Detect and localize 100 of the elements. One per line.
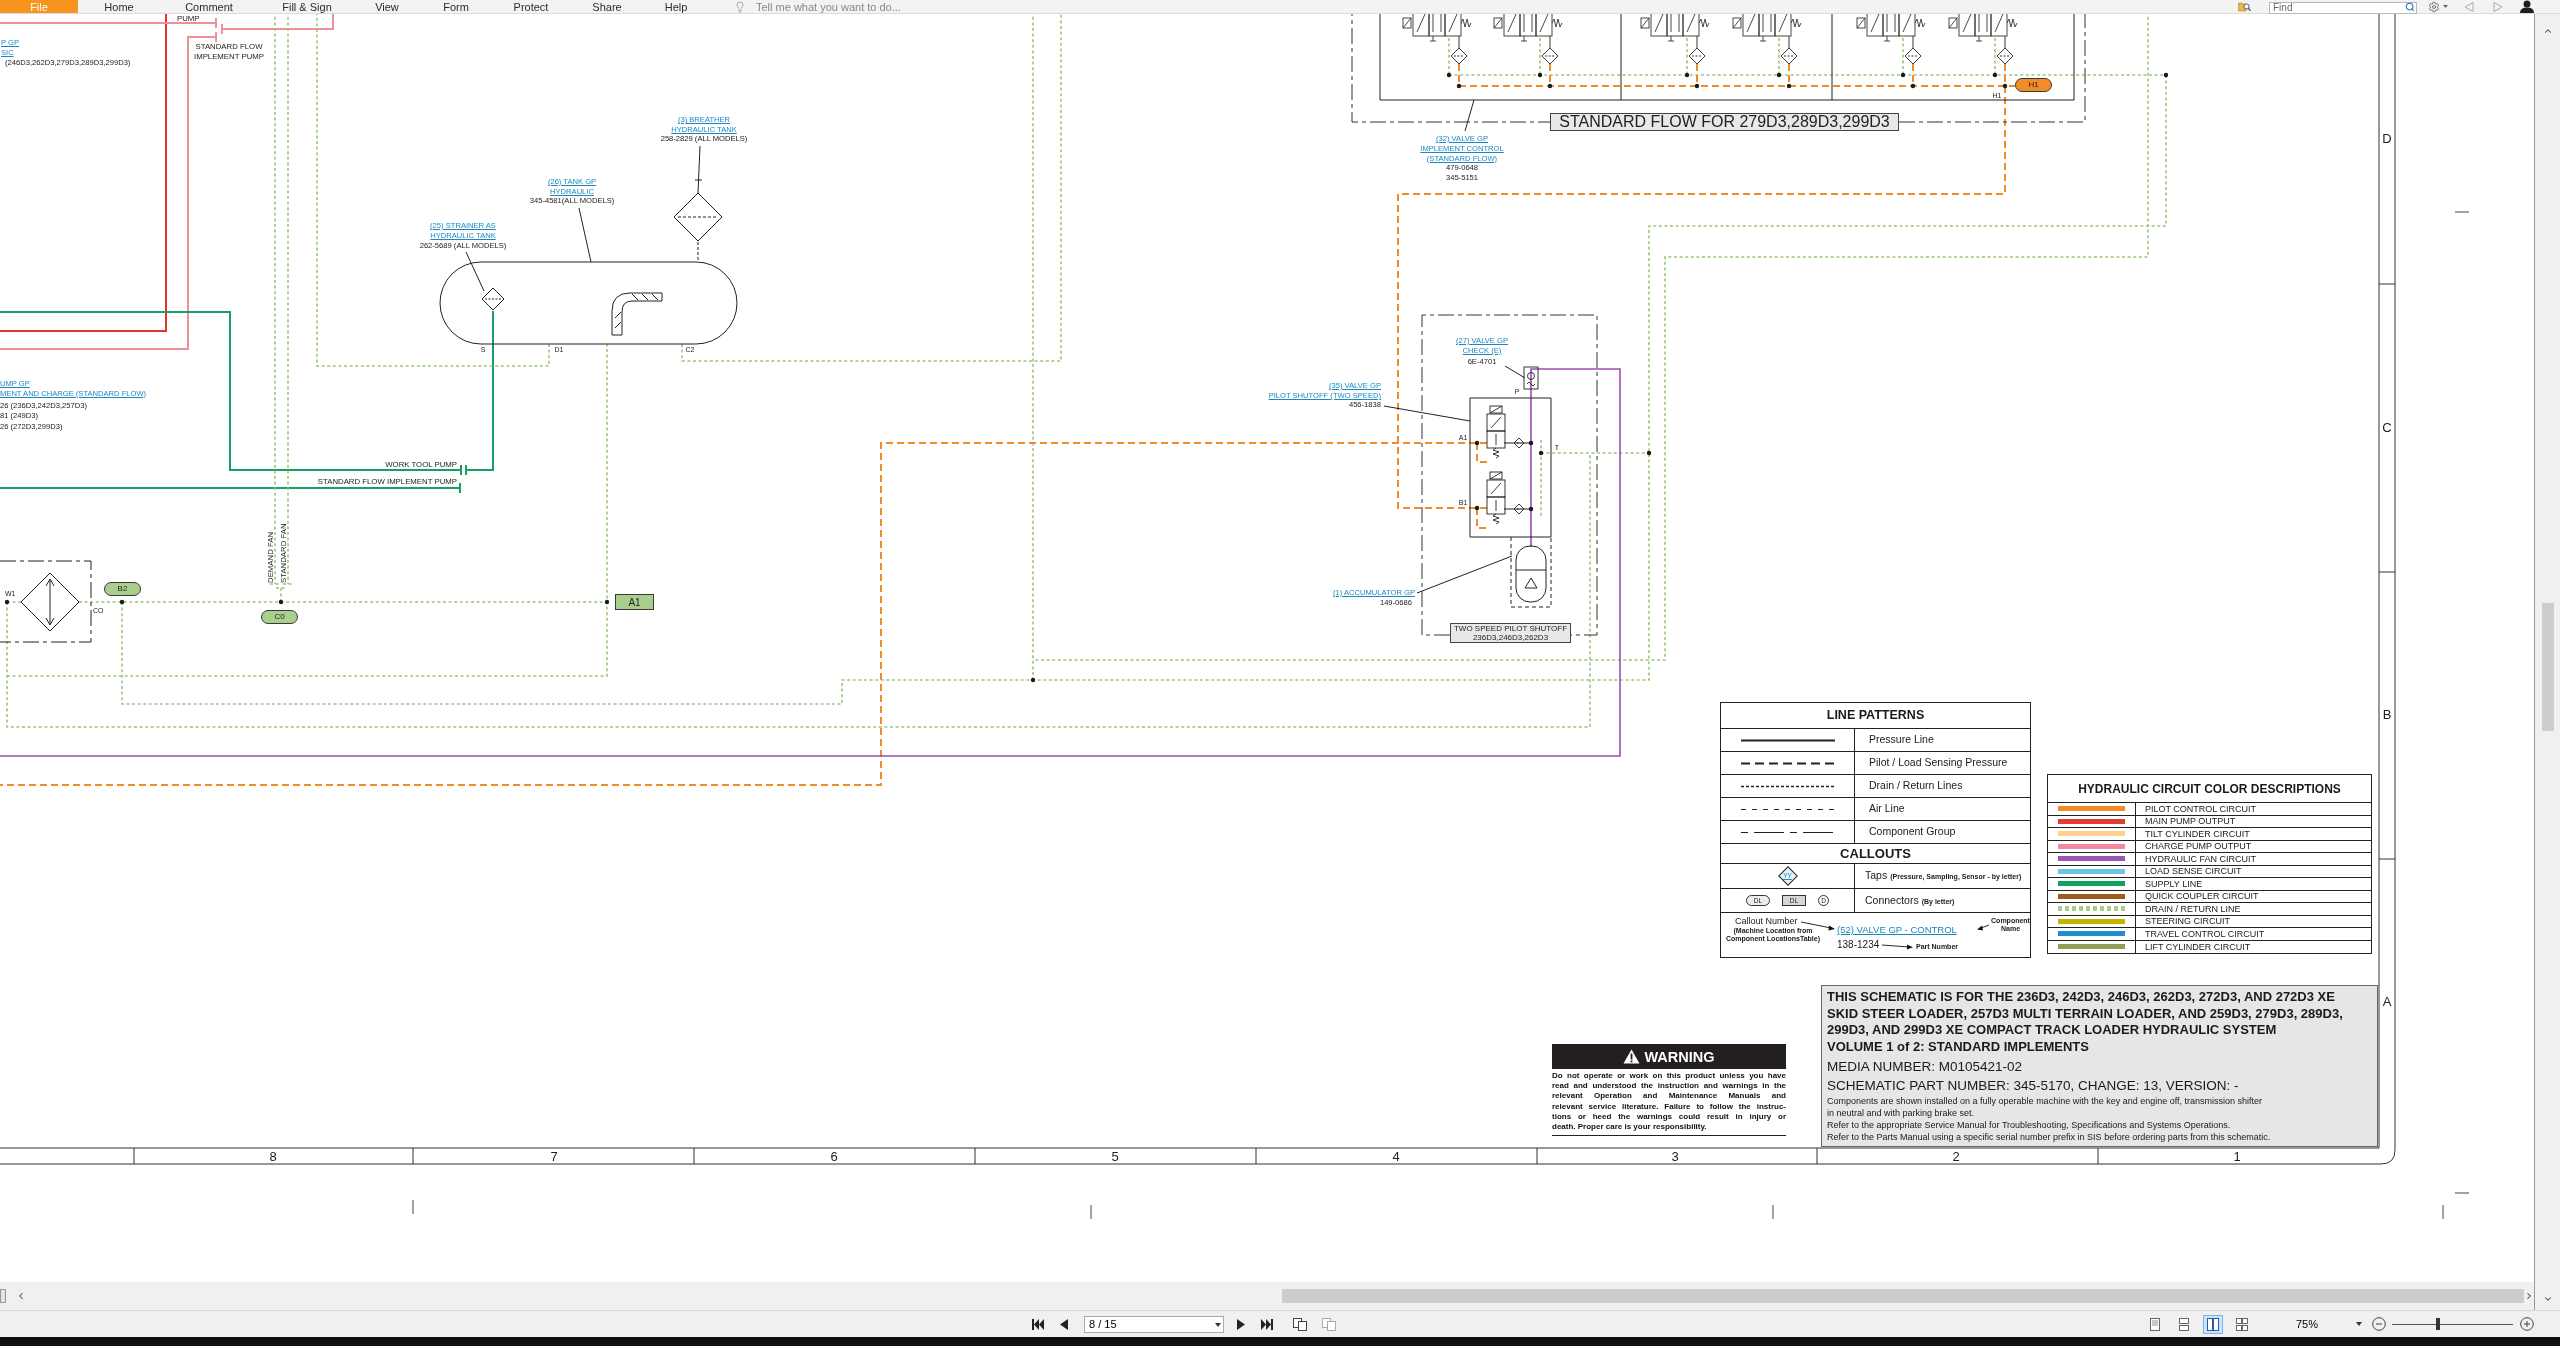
dropdown-caret-icon[interactable]: [1215, 1322, 1221, 1327]
tap-symbol: [1996, 47, 2014, 65]
pages-icon[interactable]: [1293, 1317, 1307, 1331]
schematic-note: Refer to the appropriate Service Manual for Troubleshooting, Specifications and Systems Operations.: [1827, 1119, 2232, 1131]
directional-valve-symbol: [1402, 14, 1472, 42]
menu-tab[interactable]: View: [356, 0, 418, 13]
solenoid-valve-symbol: [1486, 405, 1506, 459]
search-icon[interactable]: [2405, 1, 2415, 12]
example-label: Callout Number: [1735, 916, 1798, 926]
menu-tab[interactable]: Home: [78, 0, 160, 13]
schematic-note: Components are shown installed on a fully operable machine with the key and engine off, transmission shifter in neutral and with parking brake set.: [1827, 1095, 2264, 1119]
junction-dot: [119, 599, 125, 605]
zone-label: 7: [550, 1149, 558, 1164]
first-page-icon[interactable]: [1032, 1318, 1044, 1330]
zoom-in-icon[interactable]: [2520, 1317, 2534, 1331]
junction-dot: [1646, 450, 1652, 456]
menu-tab[interactable]: Protect: [494, 0, 568, 13]
junction-dot: [278, 599, 284, 605]
junction-dot: [1528, 440, 1534, 446]
slider-thumb[interactable]: [2435, 1318, 2440, 1330]
horizontal-scrollbar[interactable]: [0, 1282, 2534, 1310]
breather-symbol: [673, 192, 723, 263]
next-page-icon[interactable]: [1237, 1318, 1245, 1330]
tap-symbol: [1780, 47, 1798, 65]
menu-tab[interactable]: Help: [646, 0, 706, 13]
junction-dot: [1538, 450, 1544, 456]
junction-dot: [1528, 506, 1534, 512]
user-icon[interactable]: [2520, 0, 2534, 13]
warning-icon: [1623, 1049, 1641, 1064]
split-pages-icon: [2236, 1317, 2248, 1331]
junction-dot: [1456, 83, 1462, 89]
pointer-arrow: [1977, 924, 1990, 931]
zone-label: C: [2382, 420, 2392, 435]
crop-mark: [1772, 1204, 1774, 1220]
valve-port-line: [1696, 35, 1698, 49]
connector-tag: C0: [261, 610, 298, 624]
circuit-label: LOAD SENSE CIRCUIT: [2145, 866, 2242, 877]
menu-tab[interactable]: Share: [568, 0, 646, 13]
folder-search-icon[interactable]: [2238, 1, 2251, 12]
junction-dot: [1446, 72, 1452, 78]
junction-dot: [1547, 83, 1553, 89]
settings-icon[interactable]: [2428, 0, 2440, 13]
warning-title: WARNING: [1644, 1048, 1715, 1065]
pattern-label: Pressure Line: [1869, 732, 1934, 748]
leader-line: [465, 251, 485, 292]
file-menu-button[interactable]: File: [0, 0, 78, 13]
scroll-right-icon[interactable]: [2524, 1291, 2534, 1301]
menu-tab[interactable]: Fill & Sign: [258, 0, 356, 13]
directional-valve-symbol: [1493, 14, 1563, 42]
zone-label: 6: [830, 1149, 838, 1164]
junction-dot: [1030, 677, 1036, 683]
vertical-scrollbar[interactable]: [2534, 14, 2560, 1310]
junction-dot: [1537, 72, 1543, 78]
tell-me-field[interactable]: Tell me what you want to do...: [756, 0, 996, 13]
page-number-field[interactable]: 8 / 15: [1084, 1315, 1224, 1333]
crop-mark: [2454, 1192, 2470, 1194]
connector-tag: B2: [104, 582, 141, 596]
scroll-left-icon[interactable]: [16, 1291, 26, 1301]
leader-line: [1464, 99, 1475, 132]
zoom-slider[interactable]: [2392, 1318, 2513, 1330]
single-page-icon: [2150, 1317, 2160, 1331]
junction-dot: [1786, 83, 1792, 89]
junction-dot: [604, 599, 610, 605]
crop-mark: [2454, 211, 2470, 213]
circuit-label: LIFT CYLINDER CIRCUIT: [2145, 941, 2251, 952]
last-page-icon[interactable]: [1261, 1318, 1273, 1330]
volume-title: VOLUME 1 of 2: STANDARD IMPLEMENTS: [1827, 1038, 2090, 1055]
junction-dot: [1900, 72, 1906, 78]
circuit-label: DRAIN / RETURN LINE: [2145, 903, 2241, 914]
circuit-label: STEERING CIRCUIT: [2145, 916, 2230, 927]
pointer-arrow: [1881, 944, 1913, 950]
pattern-label: Component Group: [1869, 824, 1956, 840]
tap-symbol: [1513, 503, 1525, 515]
schematic-part-number: SCHEMATIC PART NUMBER: 345-5170, CHANGE: 13, VERSION: -: [1827, 1077, 2240, 1095]
junction-dot: [2002, 83, 2008, 89]
tap-symbol: [1450, 47, 1468, 65]
menu-tab[interactable]: Comment: [160, 0, 258, 13]
scrollbar-thumb[interactable]: [2541, 603, 2554, 731]
dropdown-caret-icon[interactable]: [2356, 1322, 2362, 1326]
example-callout-link[interactable]: (52) VALVE GP - CONTROL: [1837, 924, 1957, 935]
valve-port-line: [1549, 35, 1551, 49]
scroll-down-icon[interactable]: [2542, 1294, 2553, 1304]
junction-dot: [1684, 72, 1690, 78]
pattern-label: Drain / Return Lines: [1869, 778, 1963, 794]
valve-port-line: [1458, 35, 1460, 49]
zoom-out-icon[interactable]: [2372, 1317, 2386, 1331]
zoom-level-dropdown[interactable]: 75%: [2292, 1315, 2364, 1333]
circuit-label: HYDRAULIC FAN CIRCUIT: [2145, 853, 2256, 864]
view-mode-button[interactable]: [2203, 1314, 2223, 1334]
scroll-up-icon[interactable]: [2542, 26, 2553, 36]
zone-label: B: [2382, 707, 2392, 722]
menu-tab[interactable]: Form: [418, 0, 494, 13]
strainer-symbol: [481, 287, 505, 311]
find-field[interactable]: Find: [2269, 1, 2417, 14]
circuit-label: TRAVEL CONTROL CIRCUIT: [2145, 928, 2265, 939]
scrollbar-thumb[interactable]: [1282, 1289, 2524, 1303]
zone-label: 3: [1671, 1149, 1679, 1164]
facing-pages-icon: [2207, 1317, 2219, 1331]
previous-page-icon[interactable]: [1060, 1318, 1068, 1330]
panel-handle-icon[interactable]: [0, 1289, 6, 1303]
